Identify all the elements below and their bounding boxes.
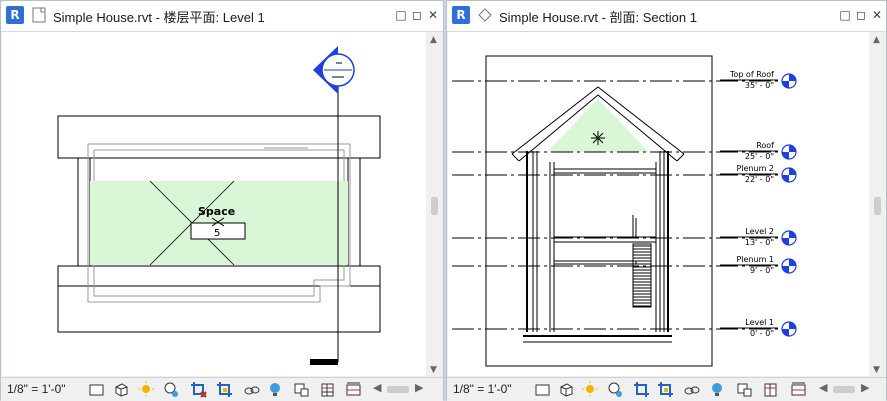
level-head-quadrant	[782, 238, 789, 245]
level-marker[interactable]: Plenum 2 22' - 0"	[452, 164, 797, 184]
level-elevation: 35' - 0"	[745, 81, 774, 90]
restore-button[interactable]: ◻	[410, 8, 424, 22]
scroll-thumb[interactable]	[874, 197, 881, 215]
hscroll-thumb[interactable]	[833, 386, 855, 393]
view-control-bar: 1/8" = 1'-0" ◀ ▶	[447, 377, 886, 401]
temporary-hide-icon[interactable]	[683, 381, 700, 398]
floor-plan-canvas[interactable]: Space 5	[2, 32, 426, 376]
shadows-icon[interactable]	[163, 381, 180, 398]
level-head-quadrant	[782, 329, 789, 336]
level-head-quadrant	[789, 168, 796, 175]
view-scale[interactable]: 1/8" = 1'-0"	[453, 382, 512, 396]
crop-view-icon[interactable]	[190, 381, 207, 398]
reveal-hidden-icon[interactable]	[709, 381, 726, 398]
vertical-scrollbar[interactable]: ▲ ▼	[870, 32, 886, 376]
floor-plan-window[interactable]: R Simple House.rvt - 楼层平面: Level 1 □ ◻ ✕	[0, 0, 444, 401]
lock-3d-icon[interactable]	[736, 381, 753, 398]
level-name: Top of Roof	[729, 70, 774, 79]
level-head-quadrant	[789, 259, 796, 266]
level-marker[interactable]: Plenum 1 9' - 0"	[452, 255, 797, 275]
level-elevation: 25' - 0"	[745, 152, 774, 161]
minimize-button[interactable]: □	[838, 8, 852, 22]
revit-logo-icon: R	[452, 6, 470, 24]
scroll-left-arrow-icon[interactable]: ◀	[819, 381, 827, 394]
scroll-down-arrow-icon[interactable]: ▼	[873, 365, 880, 375]
level-name: Plenum 2	[736, 164, 774, 173]
temporary-hide-icon[interactable]	[243, 381, 260, 398]
level-head-quadrant	[782, 175, 789, 182]
scroll-up-arrow-icon[interactable]: ▲	[430, 35, 437, 45]
level-elevation: 0' - 0"	[750, 329, 774, 338]
horizontal-scrollbar[interactable]: ◀ ▶	[819, 381, 871, 395]
shadows-icon[interactable]	[607, 381, 624, 398]
scroll-left-arrow-icon[interactable]: ◀	[373, 381, 381, 394]
level-name: Roof	[756, 141, 774, 150]
section-head-marker[interactable]	[313, 46, 355, 94]
scroll-right-arrow-icon[interactable]: ▶	[415, 381, 423, 394]
level-head-quadrant	[789, 231, 796, 238]
revit-logo-icon: R	[6, 6, 24, 24]
hscroll-thumb[interactable]	[387, 386, 409, 393]
view-scale[interactable]: 1/8" = 1'-0"	[7, 382, 66, 396]
show-crop-region-icon[interactable]	[657, 381, 674, 398]
close-button[interactable]: ✕	[426, 8, 440, 22]
level-marker[interactable]: Top of Roof 35' - 0"	[452, 70, 797, 90]
analytical-model-icon[interactable]	[762, 381, 779, 398]
level-elevation: 9' - 0"	[750, 266, 774, 275]
vertical-scrollbar[interactable]: ▲ ▼	[427, 32, 443, 376]
crop-view-icon[interactable]	[633, 381, 650, 398]
level-head-quadrant	[789, 145, 796, 152]
level-name: Level 2	[745, 227, 774, 236]
show-crop-region-icon[interactable]	[216, 381, 233, 398]
scroll-down-arrow-icon[interactable]: ▼	[430, 365, 437, 375]
title-bar[interactable]: R Simple House.rvt - 剖面: Section 1 □ ◻ ✕	[447, 1, 886, 32]
visual-style-icon[interactable]	[113, 381, 130, 398]
section-view-icon	[478, 8, 492, 22]
title-bar[interactable]: R Simple House.rvt - 楼层平面: Level 1 □ ◻ ✕	[1, 1, 443, 32]
analytical-model-icon[interactable]	[319, 381, 336, 398]
space-label: Space	[198, 205, 235, 218]
scroll-up-arrow-icon[interactable]: ▲	[873, 35, 880, 45]
level-name: Level 1	[745, 318, 774, 327]
section-window[interactable]: R Simple House.rvt - 剖面: Section 1 □ ◻ ✕	[446, 0, 887, 401]
close-button[interactable]: ✕	[870, 8, 884, 22]
detail-level-icon[interactable]	[534, 381, 551, 398]
restore-button[interactable]: ◻	[854, 8, 868, 22]
floor-plan-icon	[32, 7, 46, 23]
space-number: 5	[214, 228, 220, 239]
level-head-quadrant	[782, 152, 789, 159]
section-canvas[interactable]: Top of Roof 35' - 0" Roof 25' - 0" Plenum 2 2…	[448, 32, 869, 376]
visual-style-icon[interactable]	[558, 381, 575, 398]
sun-path-icon[interactable]	[582, 381, 599, 398]
level-head-quadrant	[782, 266, 789, 273]
level-elevation: 22' - 0"	[745, 175, 774, 184]
sun-path-icon[interactable]	[138, 381, 155, 398]
reveal-hidden-icon[interactable]	[267, 381, 284, 398]
window-title: Simple House.rvt - 楼层平面: Level 1	[53, 10, 265, 25]
lock-3d-icon[interactable]	[293, 381, 310, 398]
view-control-bar: 1/8" = 1'-0" ◀ ▶	[1, 377, 443, 401]
detail-level-icon[interactable]	[88, 381, 105, 398]
scroll-right-arrow-icon[interactable]: ▶	[861, 381, 869, 394]
level-head-quadrant	[782, 81, 789, 88]
highlight-displacement-icon[interactable]	[790, 381, 807, 398]
window-title: Simple House.rvt - 剖面: Section 1	[499, 10, 697, 25]
minimize-button[interactable]: □	[394, 8, 408, 22]
highlight-displacement-icon[interactable]	[345, 381, 362, 398]
scroll-thumb[interactable]	[431, 197, 438, 215]
level-head-quadrant	[789, 74, 796, 81]
level-elevation: 13' - 0"	[745, 238, 774, 247]
level-name: Plenum 1	[736, 255, 774, 264]
horizontal-scrollbar[interactable]: ◀ ▶	[373, 381, 425, 395]
level-head-quadrant	[789, 322, 796, 329]
